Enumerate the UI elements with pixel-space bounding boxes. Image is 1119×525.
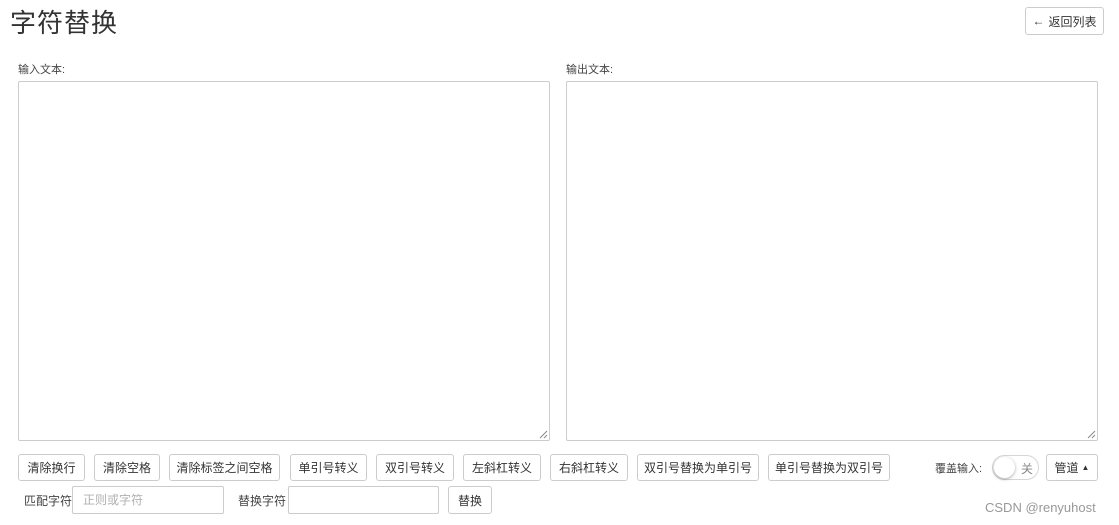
output-text-label: 输出文本: bbox=[566, 64, 614, 76]
overwrite-input-label: 覆盖输入: bbox=[935, 463, 983, 475]
resize-grip-icon[interactable] bbox=[1087, 430, 1096, 439]
match-chars-label: 匹配字符 bbox=[24, 494, 73, 508]
escape-single-quote-button[interactable]: 单引号转义 bbox=[290, 454, 367, 481]
back-to-list-button[interactable]: ← 返回列表 bbox=[1025, 7, 1104, 35]
pipe-button-label: 管道 bbox=[1054, 461, 1079, 475]
clear-newlines-button[interactable]: 清除换行 bbox=[18, 454, 85, 481]
replace-chars-label: 替换字符 bbox=[238, 494, 287, 508]
input-text-label: 输入文本: bbox=[18, 64, 66, 76]
overwrite-input-toggle[interactable]: 关 bbox=[992, 455, 1039, 480]
page-title: 字符替换 bbox=[10, 8, 119, 38]
back-button-label: 返回列表 bbox=[1048, 14, 1097, 29]
clear-tag-spaces-button[interactable]: 清除标签之间空格 bbox=[169, 454, 280, 481]
escape-double-quote-button[interactable]: 双引号转义 bbox=[376, 454, 454, 481]
caret-up-icon: ▲ bbox=[1081, 463, 1090, 472]
double-to-single-quote-button[interactable]: 双引号替换为单引号 bbox=[637, 454, 759, 481]
watermark: CSDN @renyuhost bbox=[985, 500, 1096, 515]
single-to-double-quote-button[interactable]: 单引号替换为双引号 bbox=[768, 454, 890, 481]
replace-chars-input[interactable] bbox=[288, 486, 439, 514]
input-textarea[interactable] bbox=[18, 81, 550, 441]
toggle-knob bbox=[994, 457, 1015, 478]
pipe-dropdown-button[interactable]: 管道 ▲ bbox=[1046, 454, 1098, 481]
replace-button[interactable]: 替换 bbox=[448, 486, 492, 514]
escape-right-slash-button[interactable]: 右斜杠转义 bbox=[550, 454, 628, 481]
resize-grip-icon[interactable] bbox=[539, 430, 548, 439]
arrow-left-icon: ← bbox=[1032, 14, 1045, 28]
toggle-state-label: 关 bbox=[1020, 462, 1033, 476]
clear-spaces-button[interactable]: 清除空格 bbox=[94, 454, 160, 481]
match-chars-input[interactable] bbox=[72, 486, 224, 514]
escape-left-slash-button[interactable]: 左斜杠转义 bbox=[463, 454, 541, 481]
output-textarea[interactable] bbox=[566, 81, 1098, 441]
